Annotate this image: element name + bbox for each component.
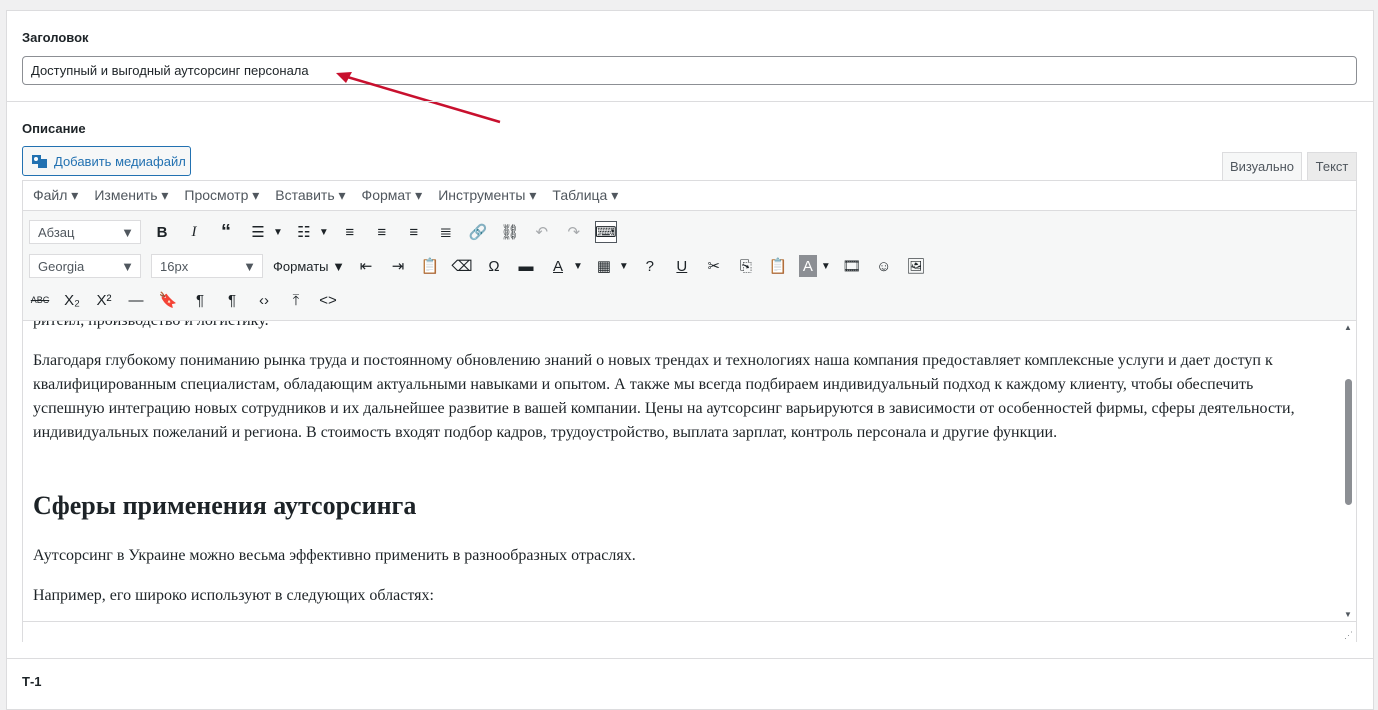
link-icon[interactable]: 🔗 (467, 221, 489, 243)
font-family-value: Georgia (38, 258, 85, 274)
tab-visual[interactable]: Визуально (1222, 152, 1302, 181)
font-size-value: 16px (160, 258, 189, 274)
subscript-icon[interactable]: X₂ (61, 289, 83, 311)
strikethrough-icon[interactable]: ABC (29, 289, 51, 311)
underline-icon[interactable]: U (671, 255, 693, 277)
paragraph-3: Например, его широко используют в следую… (33, 587, 434, 604)
keyboard-icon[interactable]: ⌨ (594, 221, 617, 243)
scroll-down-icon[interactable]: ▼ (1344, 610, 1352, 619)
help-icon[interactable]: ? (639, 255, 661, 277)
section-divider (6, 101, 1374, 102)
redo-icon[interactable]: ↷ (563, 221, 585, 243)
annotation-arrow (336, 72, 501, 124)
bold-icon[interactable]: B (151, 221, 173, 243)
description-label: Описание (22, 121, 86, 136)
editor: Файл ▾ Изменить ▾ Просмотр ▾ Вставить ▾ … (22, 180, 1357, 642)
media-embed-icon[interactable]: 🎞 (841, 255, 863, 277)
text-color-icon[interactable]: A (547, 255, 569, 277)
editor-content[interactable]: ритейл, производство и логистику. Благод… (23, 321, 1341, 621)
superscript-icon[interactable]: X² (93, 289, 115, 311)
block-format-value: Абзац (38, 224, 75, 240)
background-color-icon[interactable]: A (798, 255, 817, 277)
menu-tools[interactable]: Инструменты ▾ (438, 187, 536, 204)
table-icon[interactable]: ▦ (593, 255, 615, 277)
block-format-select[interactable]: Абзац ▼ (29, 220, 141, 244)
copy-icon[interactable]: ⎘ (735, 255, 757, 277)
toolbar-row-1: Абзац ▼ B I “ ☰ ▼ ☷ ▼ ≡ ≡ ≡ ≣ 🔗 ⛓ ↶ ↷ ⌨ (29, 218, 617, 246)
add-media-label: Добавить медиафайл (54, 153, 186, 169)
align-justify-icon[interactable]: ≣ (435, 221, 457, 243)
chevron-down-icon: ▼ (121, 258, 134, 274)
cut-off-line: ритейл, производство и логистику. (33, 321, 1323, 333)
menu-format[interactable]: Формат ▾ (362, 187, 423, 204)
upload-icon[interactable]: ⤒ (285, 289, 307, 311)
toolbar-row-2: Georgia ▼ 16px ▼ Форматы ▼ ⇤ ⇥ 📋 ⌫ Ω ▬ A… (29, 252, 927, 280)
chevron-down-icon[interactable]: ▼ (319, 227, 329, 238)
resize-handle-icon[interactable]: ⋰ (1344, 630, 1353, 641)
chevron-down-icon: ▼ (121, 224, 134, 240)
paste-icon[interactable]: 📋 (767, 255, 789, 277)
toolbar-row-3: ABC X₂ X² — 🔖 ¶ ¶ ‹› ⤒ <> (29, 286, 339, 314)
paste-text-icon[interactable]: 📋 (419, 255, 441, 277)
editor-statusbar: ⋰ (23, 621, 1356, 642)
title-label: Заголовок (22, 30, 89, 45)
font-family-select[interactable]: Georgia ▼ (29, 254, 141, 278)
show-blocks-icon[interactable]: ¶ (221, 289, 243, 311)
blockquote-icon[interactable]: “ (215, 221, 237, 243)
scrollbar-thumb[interactable] (1345, 379, 1352, 505)
unlink-icon[interactable]: ⛓ (499, 221, 521, 243)
menu-view[interactable]: Просмотр ▾ (184, 187, 259, 204)
align-right-icon[interactable]: ≡ (403, 221, 425, 243)
section-divider (6, 658, 1374, 659)
numbered-list-icon[interactable]: ☷ (293, 221, 315, 243)
tab-text[interactable]: Текст (1307, 152, 1357, 181)
menu-edit[interactable]: Изменить ▾ (94, 187, 168, 204)
chevron-down-icon[interactable]: ▼ (273, 227, 283, 238)
formats-menu[interactable]: Форматы ▼ (273, 259, 345, 274)
horizontal-rule-icon[interactable]: ▬ (515, 255, 537, 277)
formats-label: Форматы (273, 258, 329, 274)
editor-toolbar: Абзац ▼ B I “ ☰ ▼ ☷ ▼ ≡ ≡ ≡ ≣ 🔗 ⛓ ↶ ↷ ⌨ … (23, 211, 1356, 321)
menu-insert[interactable]: Вставить ▾ (275, 187, 345, 204)
chevron-down-icon[interactable]: ▼ (573, 261, 583, 272)
paragraph-2: Аутсорсинг в Украине можно весьма эффект… (33, 547, 636, 564)
align-left-icon[interactable]: ≡ (339, 221, 361, 243)
scroll-up-icon[interactable]: ▲ (1344, 323, 1352, 332)
code-icon[interactable]: ‹› (253, 289, 275, 311)
media-icon (32, 154, 47, 168)
italic-icon[interactable]: I (183, 221, 205, 243)
add-media-button[interactable]: Добавить медиафайл (22, 146, 191, 176)
source-code-icon[interactable]: <> (317, 289, 339, 311)
indent-icon[interactable]: ⇥ (387, 255, 409, 277)
undo-icon[interactable]: ↶ (531, 221, 553, 243)
editor-scrollbar[interactable]: ▲ ▼ (1341, 321, 1356, 621)
chevron-down-icon[interactable]: ▼ (821, 261, 831, 272)
chevron-down-icon[interactable]: ▼ (619, 261, 629, 272)
menu-file[interactable]: Файл ▾ (33, 187, 78, 204)
cut-icon[interactable]: ✂ (703, 255, 725, 277)
dash-icon[interactable]: — (125, 289, 147, 311)
image-icon[interactable]: 🖼 (905, 255, 927, 277)
outdent-icon[interactable]: ⇤ (355, 255, 377, 277)
title-input[interactable] (22, 56, 1357, 85)
emoticons-icon[interactable]: ☺ (873, 255, 895, 277)
paragraph-icon[interactable]: ¶ (189, 289, 211, 311)
bullet-list-icon[interactable]: ☰ (247, 221, 269, 243)
chevron-down-icon: ▼ (243, 258, 256, 274)
bookmark-icon[interactable]: 🔖 (157, 289, 179, 311)
paragraph-1: Благодаря глубокому пониманию рынка труд… (33, 352, 1295, 441)
align-center-icon[interactable]: ≡ (371, 221, 393, 243)
special-char-icon[interactable]: Ω (483, 255, 505, 277)
editor-menubar: Файл ▾ Изменить ▾ Просмотр ▾ Вставить ▾ … (23, 181, 1356, 211)
clear-formatting-icon[interactable]: ⌫ (451, 255, 473, 277)
section-heading: Сферы применения аутсорсинга (33, 491, 417, 520)
font-size-select[interactable]: 16px ▼ (151, 254, 263, 278)
menu-table[interactable]: Таблица ▾ (552, 187, 618, 204)
